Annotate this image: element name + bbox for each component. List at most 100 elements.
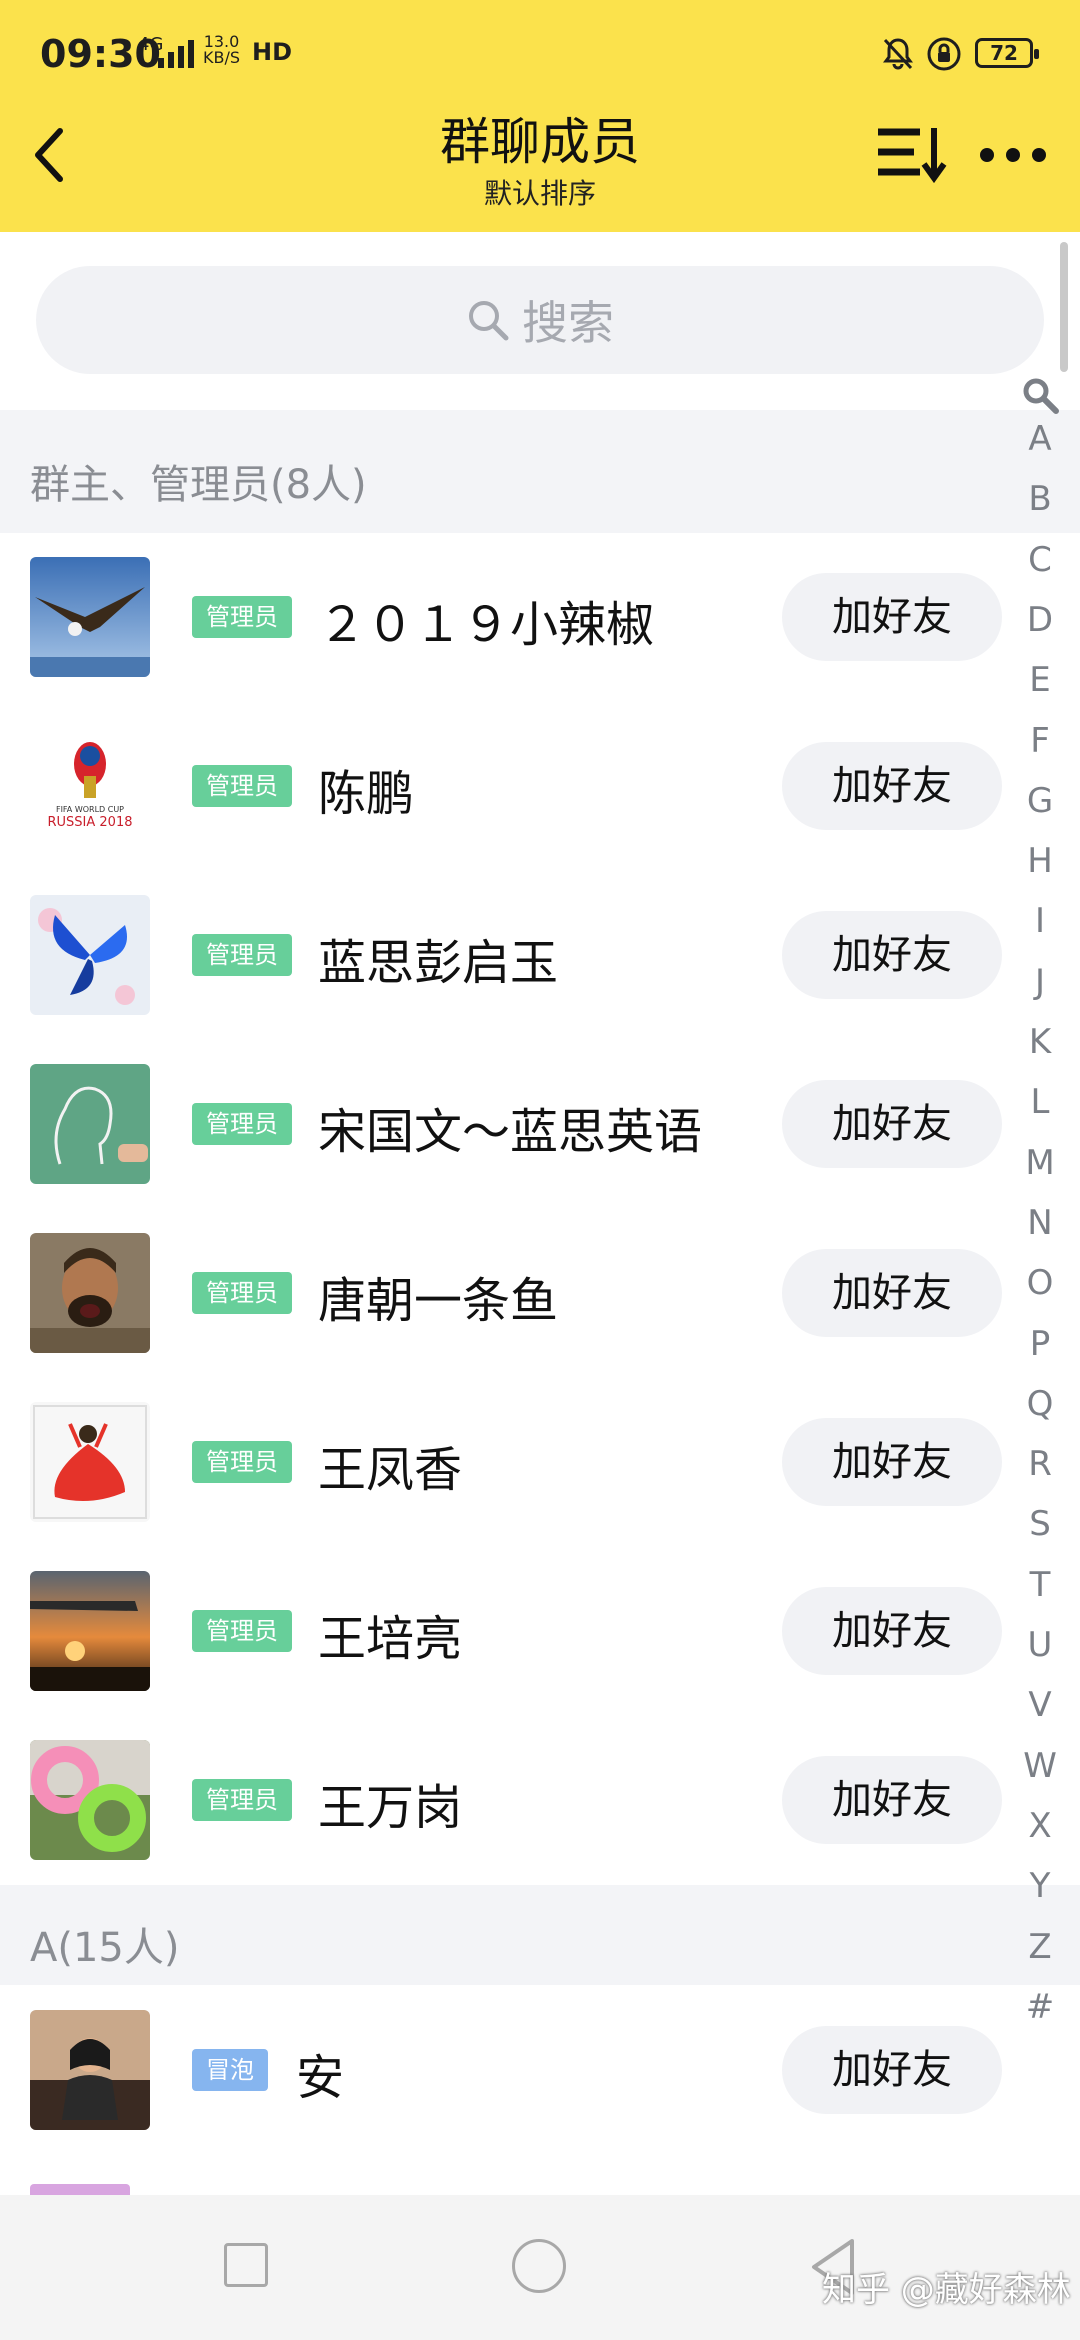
section-header-a: A(15人)	[0, 1885, 1080, 1985]
section-label: A(15人)	[30, 1925, 180, 1971]
add-friend-button[interactable]: 加好友	[782, 573, 1002, 661]
index-letter[interactable]: G	[1010, 781, 1070, 821]
member-row[interactable]: 管理员 宋国文～蓝思英语 加好友	[0, 1040, 1010, 1209]
sort-icon	[878, 128, 947, 184]
avatar[interactable]	[30, 1402, 150, 1522]
signal-icon	[158, 38, 194, 68]
index-letter[interactable]: R	[1010, 1444, 1070, 1484]
header-bar: 09:30 4G 13.0 KB/S HD 72 群聊成员 默认排序	[0, 0, 1080, 232]
index-letter[interactable]: A	[1010, 419, 1070, 459]
member-row[interactable]: 管理员 王万岗 加好友	[0, 1716, 1010, 1885]
index-letter[interactable]: X	[1010, 1806, 1070, 1846]
add-friend-button[interactable]: 加好友	[782, 1249, 1002, 1337]
member-name: 王培亮	[318, 1611, 463, 1667]
index-letter[interactable]: F	[1010, 721, 1070, 761]
add-friend-button[interactable]: 加好友	[782, 1080, 1002, 1168]
hd-indicator: HD	[252, 38, 293, 66]
member-name: 王万岗	[318, 1780, 463, 1836]
role-badge: 管理员	[192, 1610, 292, 1652]
index-letter[interactable]: O	[1010, 1263, 1070, 1303]
index-letter[interactable]: W	[1010, 1746, 1070, 1786]
add-friend-button[interactable]: 加好友	[782, 742, 1002, 830]
index-letter[interactable]: E	[1010, 660, 1070, 700]
battery-indicator: 72	[975, 38, 1039, 68]
index-letter[interactable]: Z	[1010, 1927, 1070, 1967]
index-letter[interactable]: I	[1010, 901, 1070, 941]
member-name: 安	[296, 2050, 345, 2106]
role-badge: 管理员	[192, 934, 292, 976]
member-row[interactable]: 管理员 蓝思彭启玉 加好友	[0, 871, 1010, 1040]
member-name: 蓝思彭启玉	[318, 935, 559, 991]
index-letter[interactable]: K	[1010, 1022, 1070, 1062]
lock-rotation-icon	[926, 36, 962, 76]
index-letter[interactable]: C	[1010, 540, 1070, 580]
role-badge: 冒泡	[192, 2049, 268, 2091]
member-name: 宋国文～蓝思英语	[318, 1104, 703, 1160]
more-button[interactable]	[980, 140, 1052, 170]
role-badge: 管理员	[192, 1779, 292, 1821]
add-friend-button[interactable]: 加好友	[782, 2026, 1002, 2114]
scrollbar[interactable]	[1060, 242, 1068, 372]
member-row[interactable]: 冒泡 安 加好友	[0, 1986, 1010, 2155]
index-letter[interactable]: Y	[1010, 1866, 1070, 1906]
member-name: 唐朝一条鱼	[318, 1273, 559, 1329]
index-letter[interactable]: U	[1010, 1625, 1070, 1665]
role-badge: 管理员	[192, 1272, 292, 1314]
search-icon	[469, 301, 509, 341]
index-letter[interactable]: B	[1010, 479, 1070, 519]
search-area: 搜索	[0, 232, 1080, 410]
logo-text-line-1: FIFA WORLD CUP	[56, 805, 124, 814]
member-row[interactable]: 管理员 ２０１９小辣椒 加好友	[0, 533, 1010, 702]
index-search-icon[interactable]	[1020, 375, 1060, 419]
role-badge: 管理员	[192, 596, 292, 638]
member-name: ２０１９小辣椒	[318, 597, 655, 653]
index-letter[interactable]: J	[1010, 962, 1070, 1002]
search-input[interactable]: 搜索	[36, 266, 1044, 374]
search-placeholder: 搜索	[522, 296, 614, 350]
avatar[interactable]	[30, 2010, 150, 2130]
status-bar: 09:30 4G 13.0 KB/S HD 72	[0, 0, 1080, 110]
index-letter[interactable]: S	[1010, 1504, 1070, 1544]
avatar[interactable]	[30, 557, 150, 677]
role-badge: 管理员	[192, 765, 292, 807]
index-letter[interactable]: P	[1010, 1324, 1070, 1364]
role-badge: 管理员	[192, 1103, 292, 1145]
add-friend-button[interactable]: 加好友	[782, 1756, 1002, 1844]
more-icon-dot	[1032, 148, 1046, 162]
add-friend-button[interactable]: 加好友	[782, 1587, 1002, 1675]
more-icon-dot	[980, 148, 994, 162]
index-letter[interactable]: Q	[1010, 1384, 1070, 1424]
member-name: 王凤香	[318, 1442, 463, 1498]
member-row[interactable]: FIFA WORLD CUP RUSSIA 2018 管理员 陈鹏 加好友	[0, 702, 1010, 871]
index-letter[interactable]: T	[1010, 1565, 1070, 1605]
section-label: 群主、管理员(8人)	[30, 462, 367, 508]
index-letter[interactable]: D	[1010, 600, 1070, 640]
member-name: 陈鹏	[318, 766, 415, 822]
section-header-admins: 群主、管理员(8人)	[0, 410, 1080, 533]
network-speed-unit: KB/S	[203, 48, 241, 67]
index-letter[interactable]: #	[1010, 1987, 1070, 2027]
avatar[interactable]	[30, 1233, 150, 1353]
avatar[interactable]: FIFA WORLD CUP RUSSIA 2018	[30, 726, 150, 846]
recents-button[interactable]	[224, 2243, 268, 2287]
index-letter[interactable]: H	[1010, 841, 1070, 881]
index-letter[interactable]: N	[1010, 1203, 1070, 1243]
avatar[interactable]	[30, 1571, 150, 1691]
home-button[interactable]	[512, 2239, 566, 2293]
bell-muted-icon	[880, 36, 916, 76]
avatar[interactable]	[30, 1064, 150, 1184]
add-friend-button[interactable]: 加好友	[782, 911, 1002, 999]
member-row[interactable]: 管理员 王培亮 加好友	[0, 1547, 1010, 1716]
role-badge: 管理员	[192, 1441, 292, 1483]
more-icon-dot	[1006, 148, 1020, 162]
index-letter[interactable]: M	[1010, 1143, 1070, 1183]
member-row[interactable]: 管理员 王凤香 加好友	[0, 1378, 1010, 1547]
member-row[interactable]: 管理员 唐朝一条鱼 加好友	[0, 1209, 1010, 1378]
sort-button[interactable]	[874, 124, 950, 184]
index-letter[interactable]: V	[1010, 1685, 1070, 1725]
watermark: 知乎 @藏好森林	[822, 2270, 1071, 2310]
add-friend-button[interactable]: 加好友	[782, 1418, 1002, 1506]
avatar[interactable]	[30, 1740, 150, 1860]
index-letter[interactable]: L	[1010, 1082, 1070, 1122]
avatar[interactable]	[30, 895, 150, 1015]
